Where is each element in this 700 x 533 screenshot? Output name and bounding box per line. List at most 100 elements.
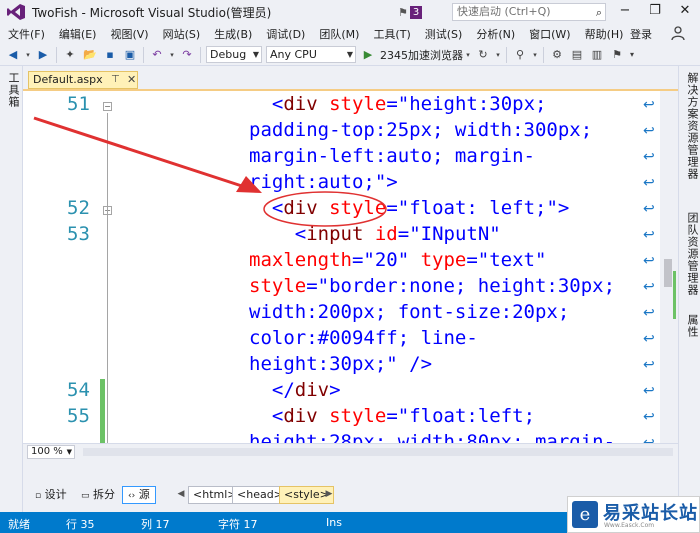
- menu-analyze[interactable]: 分析(N): [468, 26, 521, 42]
- run-browser-label[interactable]: 2345加速浏览器: [380, 47, 463, 63]
- code-token: style: [317, 197, 387, 219]
- dropdown-arrow-icon[interactable]: ▾: [464, 46, 472, 64]
- fold-guide: [107, 113, 108, 443]
- code-token: <: [294, 223, 307, 245]
- watermark-logo-icon: e: [572, 501, 598, 528]
- code-token: >: [386, 171, 398, 193]
- code-token: ="border:none; height:30px;: [306, 275, 616, 297]
- uncomment-icon[interactable]: ▥: [588, 46, 606, 64]
- right-tool-strip: 解决方案资源管理器 团队资源管理器 属性: [678, 66, 700, 512]
- minimize-button[interactable]: −: [610, 0, 640, 24]
- dropdown-arrow-icon[interactable]: ▾: [531, 46, 539, 64]
- code-line: <input id="INputN": [249, 223, 501, 245]
- quick-launch-placeholder: 快速启动 (Ctrl+Q): [457, 5, 551, 18]
- design-view-button[interactable]: ▫ 设计: [29, 486, 73, 504]
- code-token: height:30px;": [249, 353, 398, 375]
- menu-test[interactable]: 测试(S): [417, 26, 469, 42]
- code-line: height:28px; width:80px; margin-: [249, 431, 615, 443]
- tab-default-aspx[interactable]: Default.aspx ⊤ ✕: [28, 71, 138, 89]
- word-wrap-icon: ↩: [643, 279, 655, 295]
- properties-tab[interactable]: 属性: [684, 314, 700, 338]
- save-all-icon[interactable]: ▣: [121, 46, 139, 64]
- new-project-icon[interactable]: ✦: [61, 46, 79, 64]
- redo-icon[interactable]: ↷: [178, 46, 196, 64]
- word-wrap-icon: ↩: [643, 175, 655, 191]
- horizontal-scrollbar[interactable]: [83, 448, 673, 456]
- save-icon[interactable]: ▪: [101, 46, 119, 64]
- menu-file[interactable]: 文件(F): [0, 26, 51, 42]
- scroll-thumb[interactable]: [664, 259, 672, 287]
- maximize-button[interactable]: ❐: [640, 0, 670, 24]
- visual-studio-logo-icon: [7, 4, 25, 20]
- quick-launch-input[interactable]: 快速启动 (Ctrl+Q) ⌕: [452, 3, 606, 21]
- split-view-button[interactable]: ▭ 拆分: [75, 486, 121, 504]
- dropdown-arrow-icon[interactable]: ▾: [24, 46, 32, 64]
- line-number: 53: [67, 223, 90, 245]
- source-view-button[interactable]: ‹› 源: [122, 486, 156, 504]
- code-token: <: [271, 93, 284, 115]
- start-debug-icon[interactable]: ▶: [359, 46, 377, 64]
- code-line: padding-top:25px; width:300px;: [249, 119, 592, 141]
- status-column: 列 17: [141, 518, 170, 531]
- dropdown-arrow-icon[interactable]: ▾: [168, 46, 176, 64]
- solution-config-select[interactable]: Debug ▼: [206, 46, 262, 63]
- zoom-select[interactable]: 100 % ▼: [27, 445, 75, 459]
- solution-explorer-tab[interactable]: 解决方案资源管理器: [684, 72, 700, 180]
- word-wrap-icon: ↩: [643, 149, 655, 165]
- menu-debug[interactable]: 调试(D): [258, 26, 311, 42]
- breadcrumb-prev-icon[interactable]: ◀: [176, 486, 186, 504]
- design-icon: ▫: [35, 491, 42, 501]
- code-token: height:28px; width:80px; margin-: [249, 431, 616, 443]
- search-icon: ⌕: [595, 6, 602, 19]
- chevron-down-icon: ▼: [252, 50, 259, 59]
- menu-build[interactable]: 生成(B): [206, 26, 258, 42]
- code-editor[interactable]: 5152535455−− <div style="height:30px;pad…: [23, 91, 678, 443]
- menu-view[interactable]: 视图(V): [102, 26, 154, 42]
- word-wrap-icon: ↩: [643, 409, 655, 425]
- back-icon[interactable]: ◀: [4, 46, 22, 64]
- format-icon[interactable]: ⚙: [548, 46, 566, 64]
- code-token: width:200px; font-size:20px;: [249, 301, 570, 323]
- notification-count: 3: [409, 5, 423, 19]
- word-wrap-icon: ↩: [643, 227, 655, 243]
- bookmark-icon[interactable]: ⚑: [608, 46, 626, 64]
- menu-edit[interactable]: 编辑(E): [51, 26, 103, 42]
- toolbar-overflow-icon[interactable]: ▾: [628, 46, 636, 64]
- vertical-scrollbar[interactable]: [660, 91, 678, 443]
- menu-bar: 文件(F) 编辑(E) 视图(V) 网站(S) 生成(B) 调试(D) 团队(M…: [0, 24, 700, 44]
- source-label: 源: [138, 488, 150, 501]
- pin-icon[interactable]: ⊤: [111, 72, 120, 88]
- fold-toggle-icon[interactable]: −: [103, 102, 112, 111]
- team-explorer-tab[interactable]: 团队资源管理器: [684, 212, 700, 296]
- comment-icon[interactable]: ▤: [568, 46, 586, 64]
- menu-window[interactable]: 窗口(W): [521, 26, 576, 42]
- change-marker: [673, 271, 676, 319]
- editor-zoom-bar: 100 % ▼: [23, 443, 678, 459]
- signin-link[interactable]: 登录: [630, 26, 652, 42]
- menu-team[interactable]: 团队(M): [311, 26, 365, 42]
- split-icon: ▭: [81, 491, 90, 501]
- dropdown-arrow-icon[interactable]: ▾: [494, 46, 502, 64]
- word-wrap-icon: ↩: [643, 97, 655, 113]
- code-token: style: [249, 275, 307, 297]
- code-token: div: [283, 197, 318, 219]
- menu-tools[interactable]: 工具(T): [365, 26, 416, 42]
- split-label: 拆分: [93, 488, 116, 501]
- forward-icon[interactable]: ▶: [34, 46, 52, 64]
- code-token: div: [283, 405, 318, 427]
- menu-help[interactable]: 帮助(H): [577, 26, 630, 42]
- notification-button[interactable]: ⚑ 3: [398, 4, 426, 20]
- close-tab-icon[interactable]: ✕: [127, 72, 136, 88]
- close-button[interactable]: ✕: [670, 0, 700, 24]
- open-file-icon[interactable]: 📂: [81, 46, 99, 64]
- user-icon[interactable]: [670, 25, 686, 41]
- toolbox-tab[interactable]: 工具箱: [5, 72, 21, 108]
- undo-icon[interactable]: ↶: [148, 46, 166, 64]
- platform-select[interactable]: Any CPU ▼: [266, 46, 356, 63]
- breadcrumb-next-icon[interactable]: ▶: [324, 486, 334, 504]
- attach-icon[interactable]: ⚲: [511, 46, 529, 64]
- refresh-icon[interactable]: ↻: [474, 46, 492, 64]
- menu-website[interactable]: 网站(S): [155, 26, 207, 42]
- status-char: 字符 17: [218, 518, 258, 531]
